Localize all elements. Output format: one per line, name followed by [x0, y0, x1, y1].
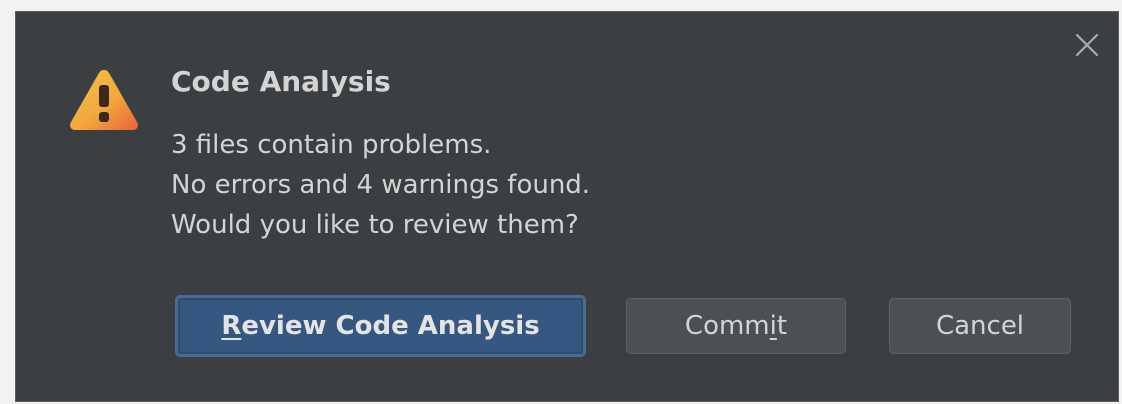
close-icon — [1075, 33, 1099, 57]
button-label: eview Code Analysis — [241, 311, 540, 341]
dialog-message: 3 files contain problems. No errors and … — [171, 125, 590, 245]
commit-button[interactable]: Commit — [626, 298, 846, 354]
message-line: 3 files contain problems. — [171, 130, 492, 160]
message-line: Would you like to review them? — [171, 210, 579, 240]
dialog-title: Code Analysis — [171, 65, 391, 98]
cancel-button[interactable]: Cancel — [889, 298, 1071, 354]
mnemonic-char: R — [221, 311, 242, 341]
mnemonic-char: i — [769, 311, 777, 341]
review-code-analysis-button[interactable]: Review Code Analysis — [175, 295, 586, 357]
button-label: Comm — [684, 311, 770, 341]
warning-triangle-icon — [68, 67, 140, 133]
button-label: t — [776, 311, 788, 341]
code-analysis-dialog: Code Analysis 3 files contain problems. … — [15, 11, 1119, 402]
close-button[interactable] — [1072, 30, 1102, 60]
message-line: No errors and 4 warnings found. — [171, 170, 591, 200]
